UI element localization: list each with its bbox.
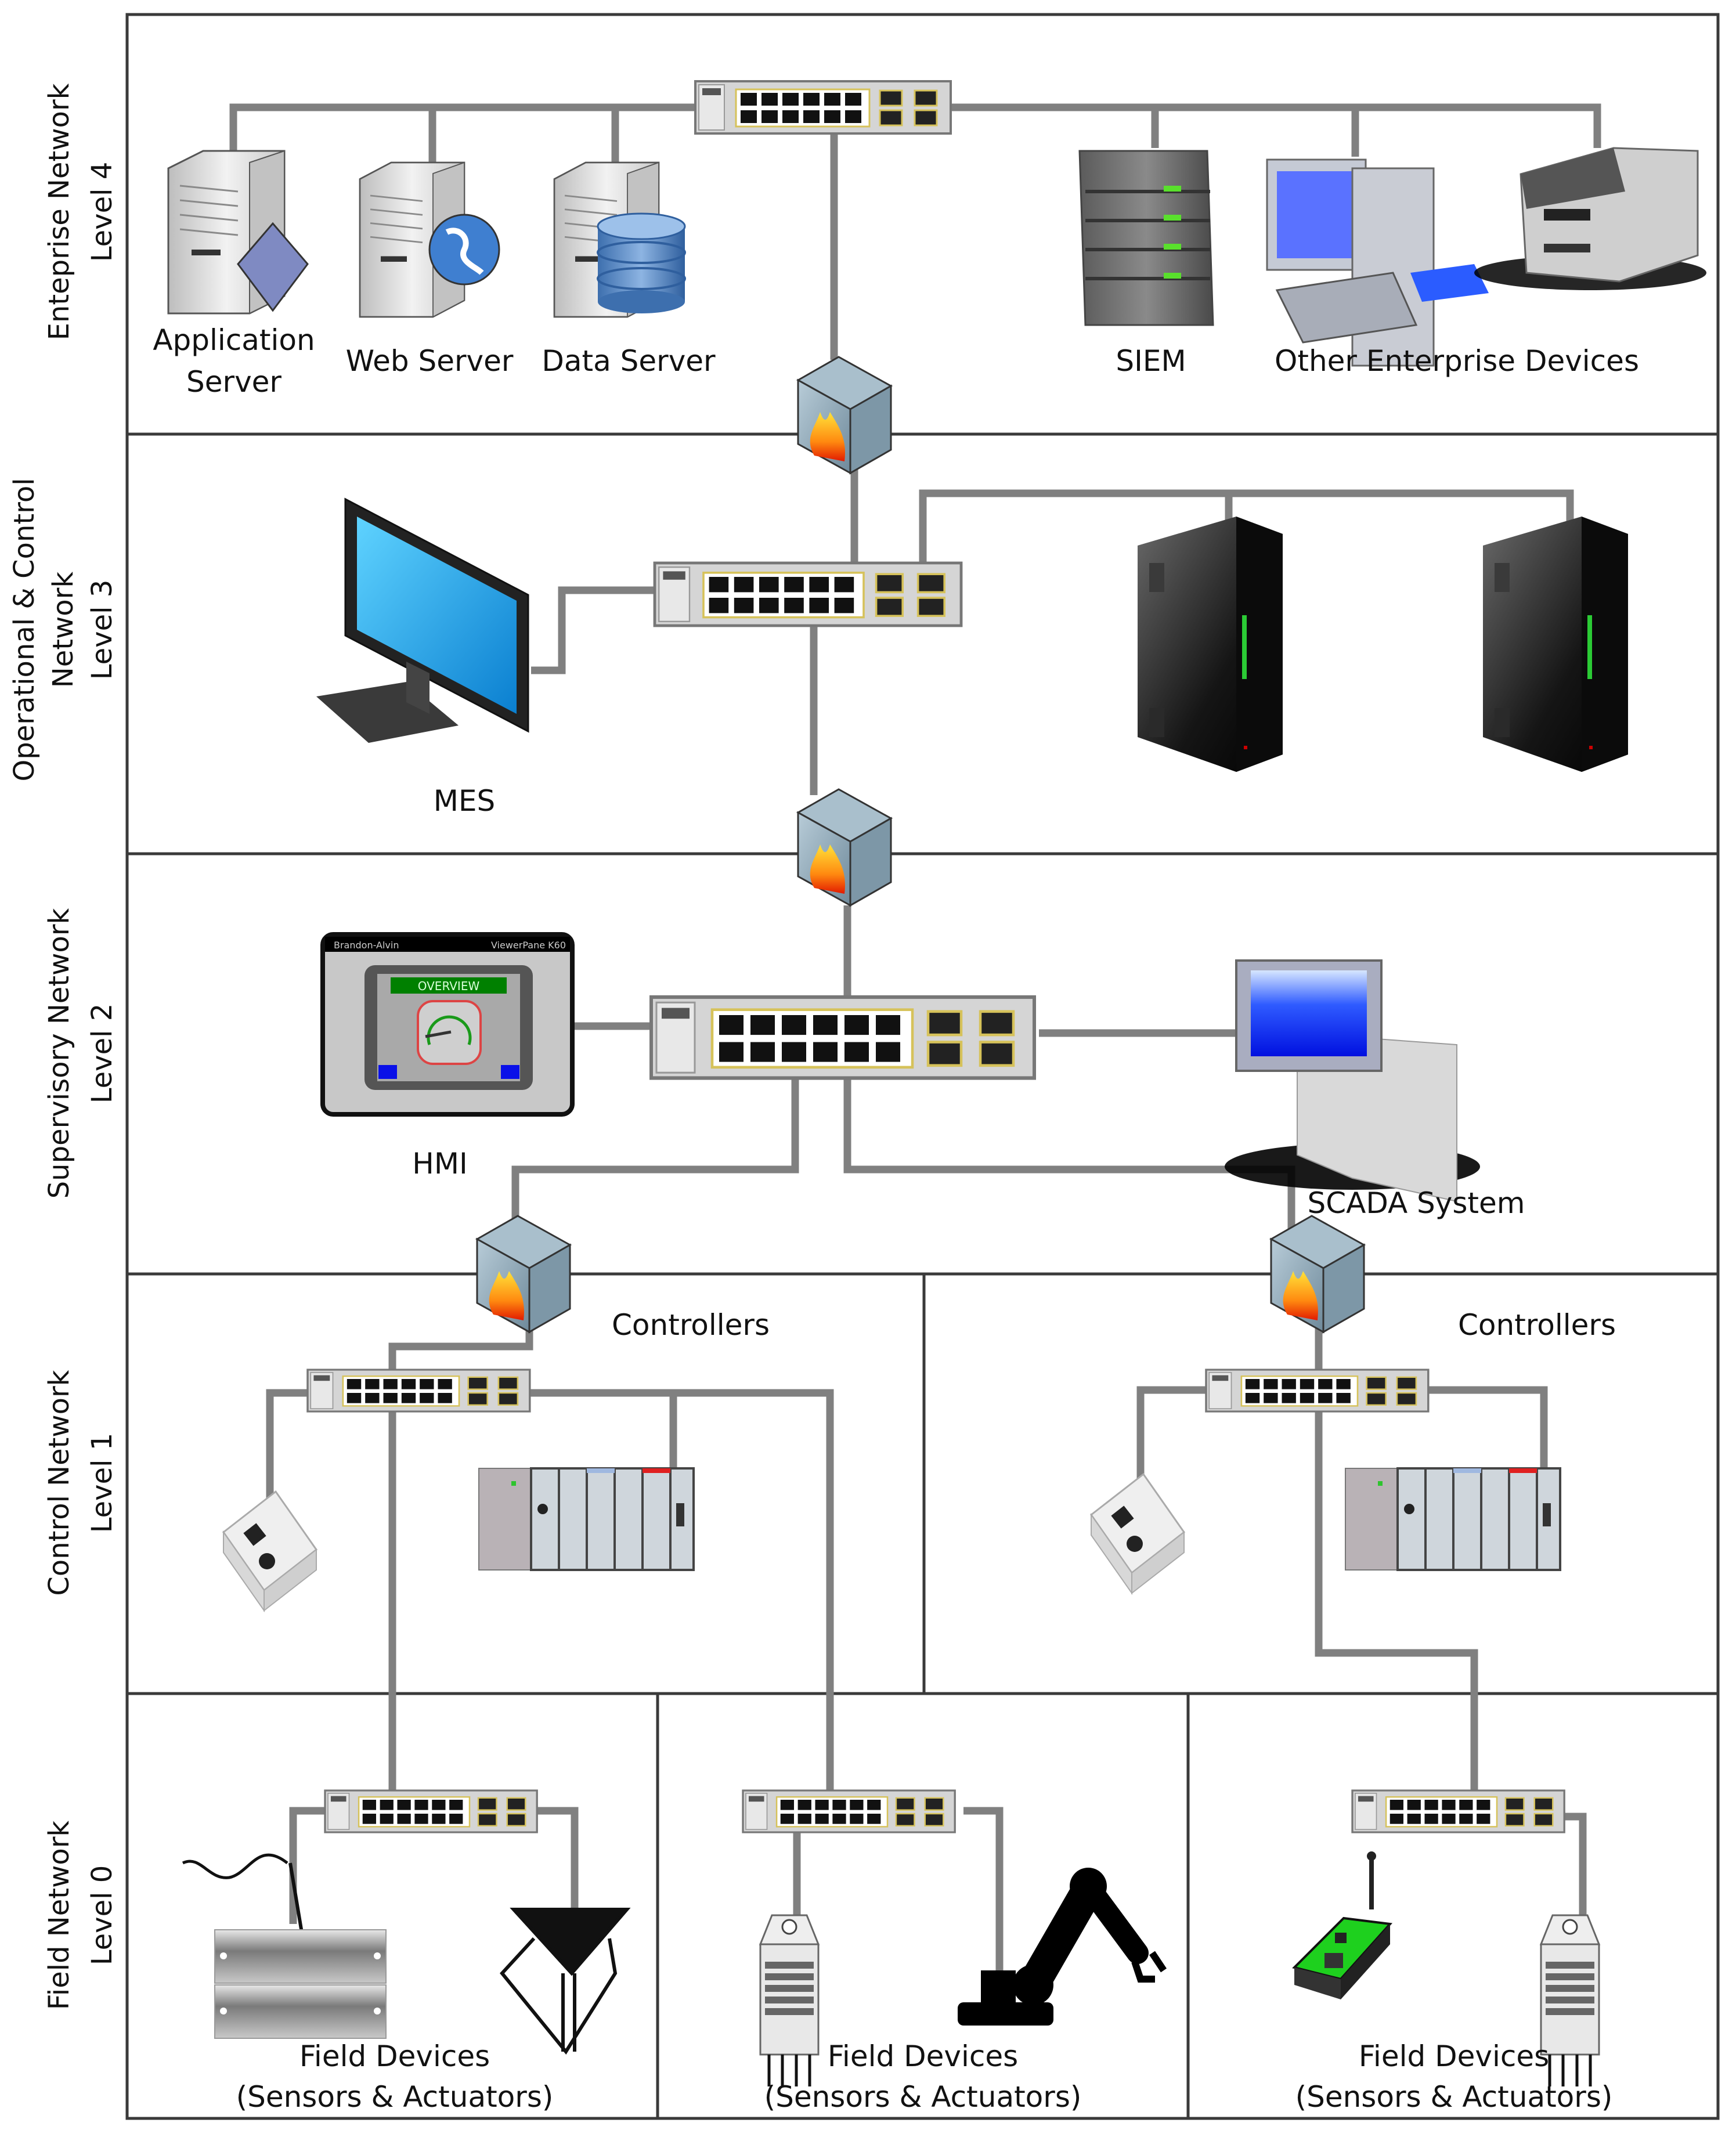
level4-number: Level 4 — [86, 162, 118, 262]
field-mid-label-line2: (Sensors & Actuators) — [764, 2080, 1082, 2114]
switch-level0-mid — [742, 1789, 956, 1833]
switch-level0-left — [324, 1789, 538, 1833]
hmi-panel-icon: Brandon-Alvin ViewerPane K60 OVERVIEW — [320, 932, 575, 1117]
switch-level2 — [651, 997, 1034, 1078]
switch-level4 — [694, 80, 952, 135]
level3-number: Level 3 — [86, 580, 118, 680]
level2-name: Supervisory Network — [43, 908, 75, 1199]
level4-name: Enteprise Network — [43, 83, 75, 340]
level3-server-2-icon — [1483, 517, 1628, 772]
hmi-screen-title: OVERVIEW — [418, 979, 480, 993]
siem-icon — [1078, 150, 1214, 326]
switch-level0-right — [1351, 1789, 1565, 1833]
switch-level1-right — [1205, 1369, 1430, 1413]
hmi-brand: Brandon-Alvin — [334, 940, 399, 951]
level3-name-line2: Network — [47, 572, 80, 688]
other-enterprise-devices-label: Other Enterprise Devices — [1275, 344, 1639, 378]
switch-level1-left — [306, 1369, 531, 1413]
field-left-label-line1: Field Devices — [299, 2039, 490, 2073]
controllers-right-label: Controllers — [1458, 1308, 1616, 1342]
level0-number: Level 0 — [86, 1865, 118, 1966]
plc-rack-right-icon — [1344, 1467, 1561, 1571]
mes-label: MES — [434, 784, 495, 818]
hmi-label: HMI — [412, 1147, 467, 1180]
web-server-label: Web Server — [346, 344, 514, 378]
level3-name-line1: Operational & Control — [8, 478, 41, 781]
network-diagram: Enteprise Network Level 4 Operational & … — [8, 13, 1720, 2120]
level1-name: Control Network — [43, 1370, 75, 1595]
level0-name: Field Network — [43, 1821, 75, 2010]
level1-number: Level 1 — [86, 1433, 118, 1533]
scada-label: SCADA System — [1307, 1186, 1525, 1220]
application-server-label-line1: Application — [153, 323, 315, 357]
siem-label: SIEM — [1116, 344, 1186, 378]
field-right-label-line1: Field Devices — [1359, 2039, 1549, 2073]
plc-rack-left-icon — [478, 1467, 695, 1571]
level3-server-1-icon — [1138, 517, 1283, 772]
hmi-model: ViewerPane K60 — [491, 940, 566, 951]
controllers-left-label: Controllers — [612, 1308, 770, 1342]
level2-number: Level 2 — [86, 1003, 118, 1104]
data-server-label: Data Server — [542, 344, 716, 378]
switch-level3 — [655, 563, 961, 626]
field-right-label-line2: (Sensors & Actuators) — [1295, 2080, 1613, 2114]
field-mid-label-line1: Field Devices — [828, 2039, 1018, 2073]
field-left-label-line2: (Sensors & Actuators) — [236, 2080, 554, 2114]
application-server-label-line2: Server — [186, 365, 281, 399]
